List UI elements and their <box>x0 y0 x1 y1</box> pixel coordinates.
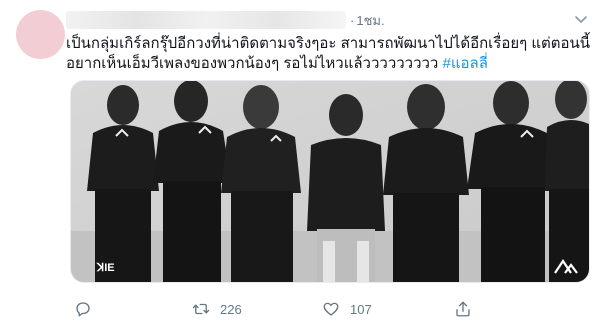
avatar[interactable] <box>16 10 65 59</box>
tweet-text-line-2-body: อยากเห็นเอ็มวีเพลงของพวกน้องๆ รอไม่ไหวแล… <box>66 55 443 72</box>
redacted-username[interactable] <box>66 11 346 29</box>
heart-icon <box>323 302 339 316</box>
retweet-icon <box>192 303 210 315</box>
reply-button[interactable] <box>74 300 92 318</box>
chevron-down-icon[interactable] <box>574 12 588 26</box>
retweet-button[interactable]: 226 <box>192 300 242 318</box>
share-icon <box>456 301 470 317</box>
tweet-card[interactable]: · 1ชม. เป็นกลุ่มเกิร์ลกรุ๊ปอีกวงที่น่าติ… <box>0 0 600 327</box>
tweet-text-line-1: เป็นกลุ่มเกิร์ลกรุ๊ปอีกวงที่น่าติดตามจริ… <box>66 35 591 52</box>
tweet-text: เป็นกลุ่มเกิร์ลกรุ๊ปอีกวงที่น่าติดตามจริ… <box>66 34 591 74</box>
group-photo-image: ꓘIE <box>71 81 589 282</box>
separator-dot: · <box>350 12 355 28</box>
tweet-text-line-2: อยากเห็นเอ็มวีเพลงของพวกน้องๆ รอไม่ไหวแล… <box>66 54 586 74</box>
timestamp[interactable]: 1ชม. <box>356 10 384 31</box>
retweet-count: 226 <box>220 301 242 317</box>
like-button[interactable]: 107 <box>322 300 372 318</box>
tweet-photo[interactable]: ꓘIE <box>70 80 590 283</box>
brand-logo-left: ꓘIE <box>96 262 115 274</box>
reply-icon <box>76 302 90 317</box>
tweet-actions: 226 107 <box>66 296 586 324</box>
svg-text:ꓘIE: ꓘIE <box>96 262 115 274</box>
tweet-header: · 1ชม. <box>66 10 596 30</box>
share-button[interactable] <box>454 300 472 318</box>
like-count: 107 <box>350 301 372 317</box>
hashtag-link[interactable]: #แอลลี่ <box>443 55 488 72</box>
